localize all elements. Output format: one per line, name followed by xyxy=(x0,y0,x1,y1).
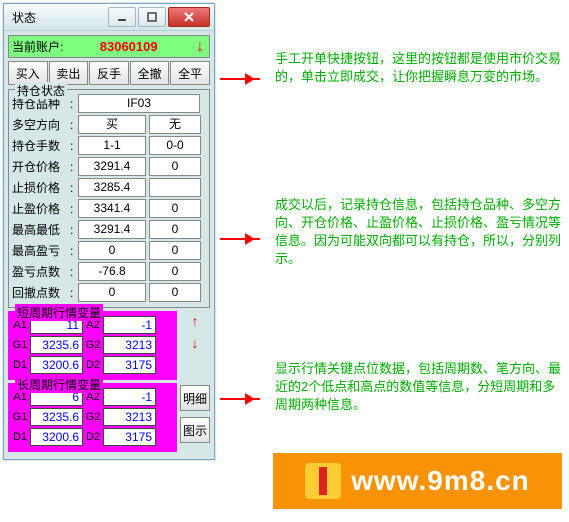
symbol-value: IF03 xyxy=(78,94,200,113)
lab-d2: D2 xyxy=(85,431,101,443)
logo-icon xyxy=(305,463,341,499)
sc-g1: 3235.6 xyxy=(30,336,83,354)
detail-button[interactable]: 明细 xyxy=(180,385,210,411)
down-arrow-icon[interactable]: ↓ xyxy=(186,335,204,351)
field-label: 盈亏点数 xyxy=(12,263,70,280)
lc-d2: 3175 xyxy=(103,428,156,446)
account-value: 83060109 xyxy=(63,39,194,54)
short-cycle-label: 短周期行情变量 xyxy=(15,304,103,321)
titlebar[interactable]: 状态 xyxy=(4,4,214,31)
account-label: 当前账户: xyxy=(12,38,63,55)
annotation-2: 成交以后，记录持仓信息，包括持仓品种、多空方向、开仓价格、止盈价格、止损价格、盈… xyxy=(275,196,565,268)
minimize-button[interactable] xyxy=(108,7,136,27)
arrow-icon xyxy=(220,78,260,80)
hilo-v1: 3291.4 xyxy=(78,220,146,239)
field-label: 持仓手数 xyxy=(12,137,70,154)
annotation-1: 手工开单快捷按钮，这里的按钮都是使用市价交易的，单击立即成交，让你把握瞬息万变的… xyxy=(275,50,565,86)
lc-a2: -1 xyxy=(103,388,156,406)
maxpl-v1: 0 xyxy=(78,241,146,260)
field-label: 止损价格 xyxy=(12,179,70,196)
lab-d1: D1 xyxy=(12,359,28,371)
lc-g1: 3235.6 xyxy=(30,408,83,426)
field-label: 止盈价格 xyxy=(12,200,70,217)
sc-d2: 3175 xyxy=(103,356,156,374)
lots-v1: 1-1 xyxy=(78,136,146,155)
plp-v2: 0 xyxy=(149,262,201,281)
cancel-all-button[interactable]: 全撤 xyxy=(130,61,170,85)
open-v1: 3291.4 xyxy=(78,157,146,176)
ddp-v1: 0 xyxy=(78,283,146,302)
sc-g2: 3213 xyxy=(103,336,156,354)
down-arrow-icon[interactable]: ↓ xyxy=(194,41,206,53)
open-v2: 0 xyxy=(149,157,201,176)
lab-d2: D2 xyxy=(85,359,101,371)
lab-d1: D1 xyxy=(12,431,28,443)
lab-g2: G2 xyxy=(85,411,101,423)
plp-v1: -76.8 xyxy=(78,262,146,281)
up-arrow-icon[interactable]: ↑ xyxy=(186,313,204,329)
stop-v1: 3285.4 xyxy=(78,178,146,197)
close-all-button[interactable]: 全平 xyxy=(170,61,210,85)
field-label: 回撤点数 xyxy=(12,284,70,301)
lots-v2: 0-0 xyxy=(149,136,201,155)
chart-button[interactable]: 图示 xyxy=(180,417,210,443)
maxpl-v2: 0 xyxy=(149,241,201,260)
long-cycle-label: 长周期行情变量 xyxy=(15,376,103,393)
annotation-3: 显示行情关键点位数据，包括周期数、笔方向、最近的2个低点和高点的数值等信息，分短… xyxy=(275,360,565,414)
lab-g1: G1 xyxy=(12,339,28,351)
site-banner: www.9m8.cn xyxy=(273,453,562,509)
position-group: 持仓状态 持仓品种:IF03 多空方向:买无 持仓手数:1-10-0 开仓价格:… xyxy=(8,89,210,308)
banner-text: www.9m8.cn xyxy=(351,465,530,497)
lab-g1: G1 xyxy=(12,411,28,423)
maximize-button[interactable] xyxy=(138,7,166,27)
ddp-v2: 0 xyxy=(149,283,201,302)
account-row: 当前账户: 83060109 ↓ xyxy=(8,35,210,58)
position-group-label: 持仓状态 xyxy=(15,82,67,99)
dir-buy: 买 xyxy=(78,115,146,134)
client-area: 当前账户: 83060109 ↓ 买入 卖出 反手 全撤 全平 持仓状态 持仓品… xyxy=(4,31,214,459)
status-window: 状态 当前账户: 83060109 ↓ 买入 卖出 反手 全撤 全平 持仓状态 … xyxy=(3,3,215,460)
sc-d1: 3200.6 xyxy=(30,356,83,374)
short-cycle-group: 短周期行情变量 A111A2-1 G13235.6G23213 D13200.6… xyxy=(8,311,177,380)
lc-d1: 3200.6 xyxy=(30,428,83,446)
field-label: 多空方向 xyxy=(12,116,70,133)
hilo-v2: 0 xyxy=(149,220,201,239)
field-label: 开仓价格 xyxy=(12,158,70,175)
sc-a2: -1 xyxy=(103,316,156,334)
dir-none: 无 xyxy=(149,115,201,134)
window-title: 状态 xyxy=(8,9,106,26)
lc-g2: 3213 xyxy=(103,408,156,426)
field-label: 最高最低 xyxy=(12,221,70,238)
profit-v2: 0 xyxy=(149,199,201,218)
arrow-icon xyxy=(220,238,260,240)
field-label: 最高盈亏 xyxy=(12,242,70,259)
stop-v2 xyxy=(149,178,201,197)
reverse-button[interactable]: 反手 xyxy=(89,61,129,85)
profit-v1: 3341.4 xyxy=(78,199,146,218)
close-button[interactable] xyxy=(168,7,210,27)
long-cycle-group: 长周期行情变量 A16A2-1 G13235.6G23213 D13200.6D… xyxy=(8,383,177,452)
arrow-icon xyxy=(220,398,260,400)
lab-g2: G2 xyxy=(85,339,101,351)
